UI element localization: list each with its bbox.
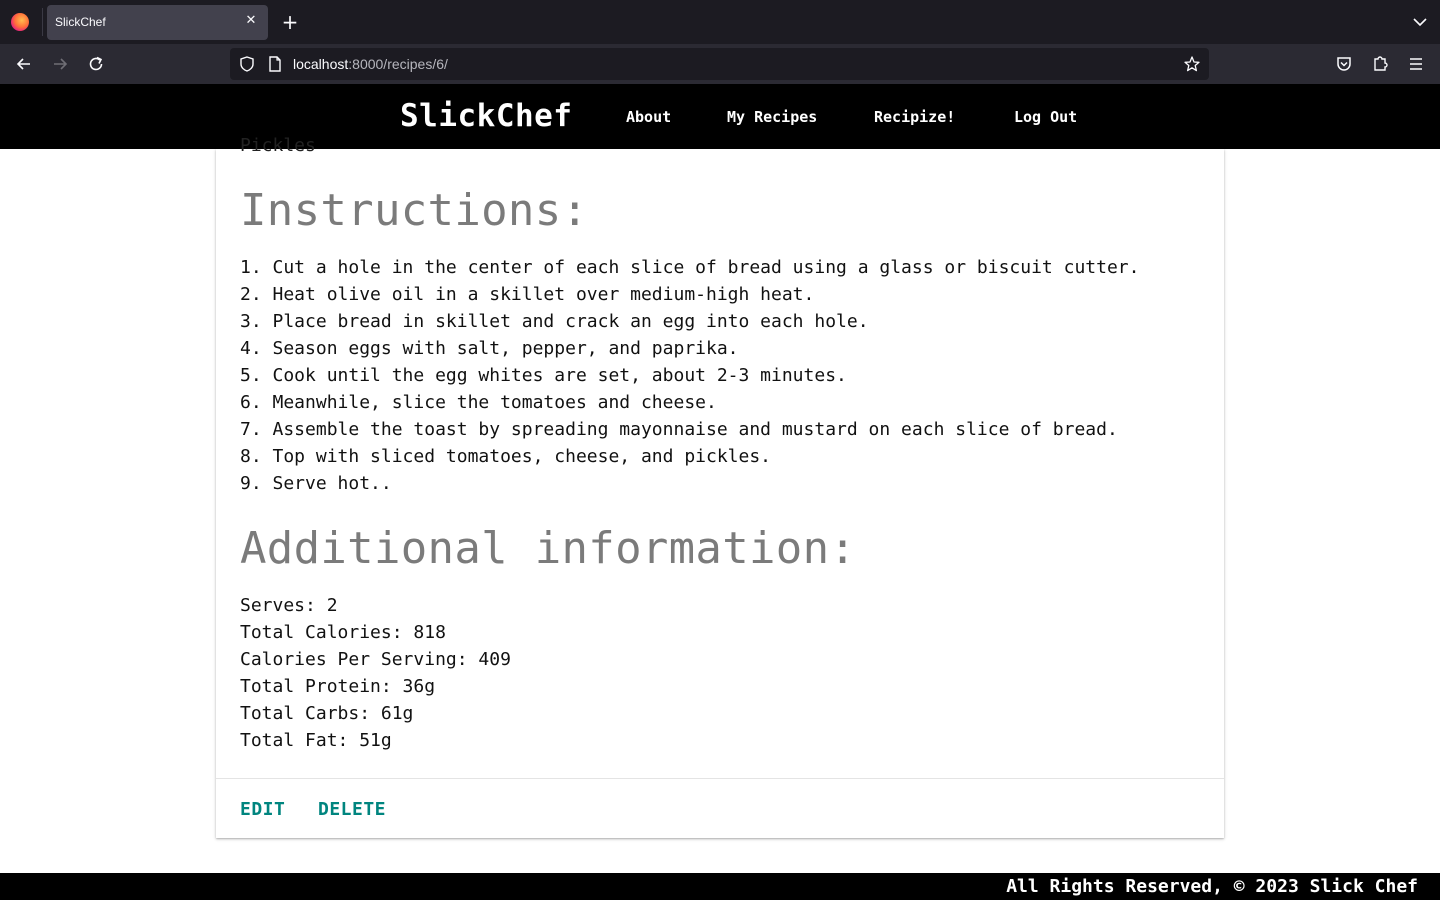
- info-total-calories: Total Calories: 818: [240, 622, 446, 643]
- site-footer: All Rights Reserved, © 2023 Slick Chef: [0, 873, 1440, 900]
- extensions-puzzle-icon[interactable]: [1370, 54, 1390, 74]
- instruction-step: 5. Cook until the egg whites are set, ab…: [240, 365, 847, 386]
- reload-icon[interactable]: [86, 54, 106, 74]
- instruction-step: 4. Season eggs with salt, pepper, and pa…: [240, 338, 739, 359]
- page-icon[interactable]: [266, 55, 284, 73]
- additional-info-list: Serves: 2 Total Calories: 818 Calories P…: [240, 592, 511, 754]
- info-total-fat: Total Fat: 51g: [240, 730, 392, 751]
- instructions-list: 1. Cut a hole in the center of each slic…: [240, 254, 1139, 497]
- tab-separator: [42, 8, 43, 36]
- nav-log-out[interactable]: Log Out: [1014, 108, 1077, 126]
- nav-about[interactable]: About: [626, 108, 671, 126]
- instruction-step: 9. Serve hot..: [240, 473, 392, 494]
- chevron-down-icon[interactable]: [1410, 12, 1430, 32]
- edit-button[interactable]: EDIT: [240, 799, 285, 820]
- forward-arrow-icon[interactable]: [50, 54, 70, 74]
- url-host: localhost: [293, 56, 349, 72]
- browser-tab-strip: SlickChef ✕ +: [0, 0, 1440, 44]
- info-calories-per-serving: Calories Per Serving: 409: [240, 649, 511, 670]
- instruction-step: 2. Heat olive oil in a skillet over medi…: [240, 284, 815, 305]
- ingredient-item: Pickles: [240, 135, 316, 156]
- info-total-protein: Total Protein: 36g: [240, 676, 436, 697]
- nav-my-recipes[interactable]: My Recipes: [727, 108, 817, 126]
- tab-slickchef[interactable]: SlickChef ✕: [47, 5, 268, 40]
- back-arrow-icon[interactable]: [14, 54, 34, 74]
- tab-title: SlickChef: [55, 15, 106, 29]
- new-tab-plus-icon[interactable]: +: [280, 11, 300, 33]
- card-divider: [216, 778, 1224, 779]
- instruction-step: 3. Place bread in skillet and crack an e…: [240, 311, 869, 332]
- delete-button[interactable]: DELETE: [318, 799, 386, 820]
- tab-close-icon[interactable]: ✕: [242, 12, 260, 30]
- recipe-card: Pickles Instructions: 1. Cut a hole in t…: [216, 135, 1224, 838]
- pocket-icon[interactable]: [1334, 54, 1354, 74]
- url-path: :8000/recipes/6/: [348, 56, 448, 72]
- hamburger-menu-icon[interactable]: [1406, 54, 1426, 74]
- url-text[interactable]: localhost:8000/recipes/6/: [293, 56, 448, 72]
- browser-nav-bar: localhost:8000/recipes/6/: [0, 44, 1440, 84]
- url-bar[interactable]: localhost:8000/recipes/6/: [230, 48, 1209, 80]
- additional-info-heading: Additional information:: [240, 523, 857, 574]
- site-header: SlickChef About My Recipes Recipize! Log…: [0, 84, 1440, 149]
- bookmark-star-icon[interactable]: [1183, 55, 1201, 73]
- instruction-step: 7. Assemble the toast by spreading mayon…: [240, 419, 1118, 440]
- info-serves: Serves: 2: [240, 595, 338, 616]
- nav-recipize[interactable]: Recipize!: [874, 108, 955, 126]
- shield-icon[interactable]: [238, 55, 256, 73]
- info-total-carbs: Total Carbs: 61g: [240, 703, 414, 724]
- site-logo[interactable]: SlickChef: [400, 98, 572, 134]
- instruction-step: 6. Meanwhile, slice the tomatoes and che…: [240, 392, 717, 413]
- instruction-step: 1. Cut a hole in the center of each slic…: [240, 257, 1140, 278]
- instruction-step: 8. Top with sliced tomatoes, cheese, and…: [240, 446, 772, 467]
- footer-copyright: All Rights Reserved, © 2023 Slick Chef: [1006, 876, 1418, 897]
- instructions-heading: Instructions:: [240, 185, 589, 236]
- firefox-logo-icon[interactable]: [11, 13, 29, 31]
